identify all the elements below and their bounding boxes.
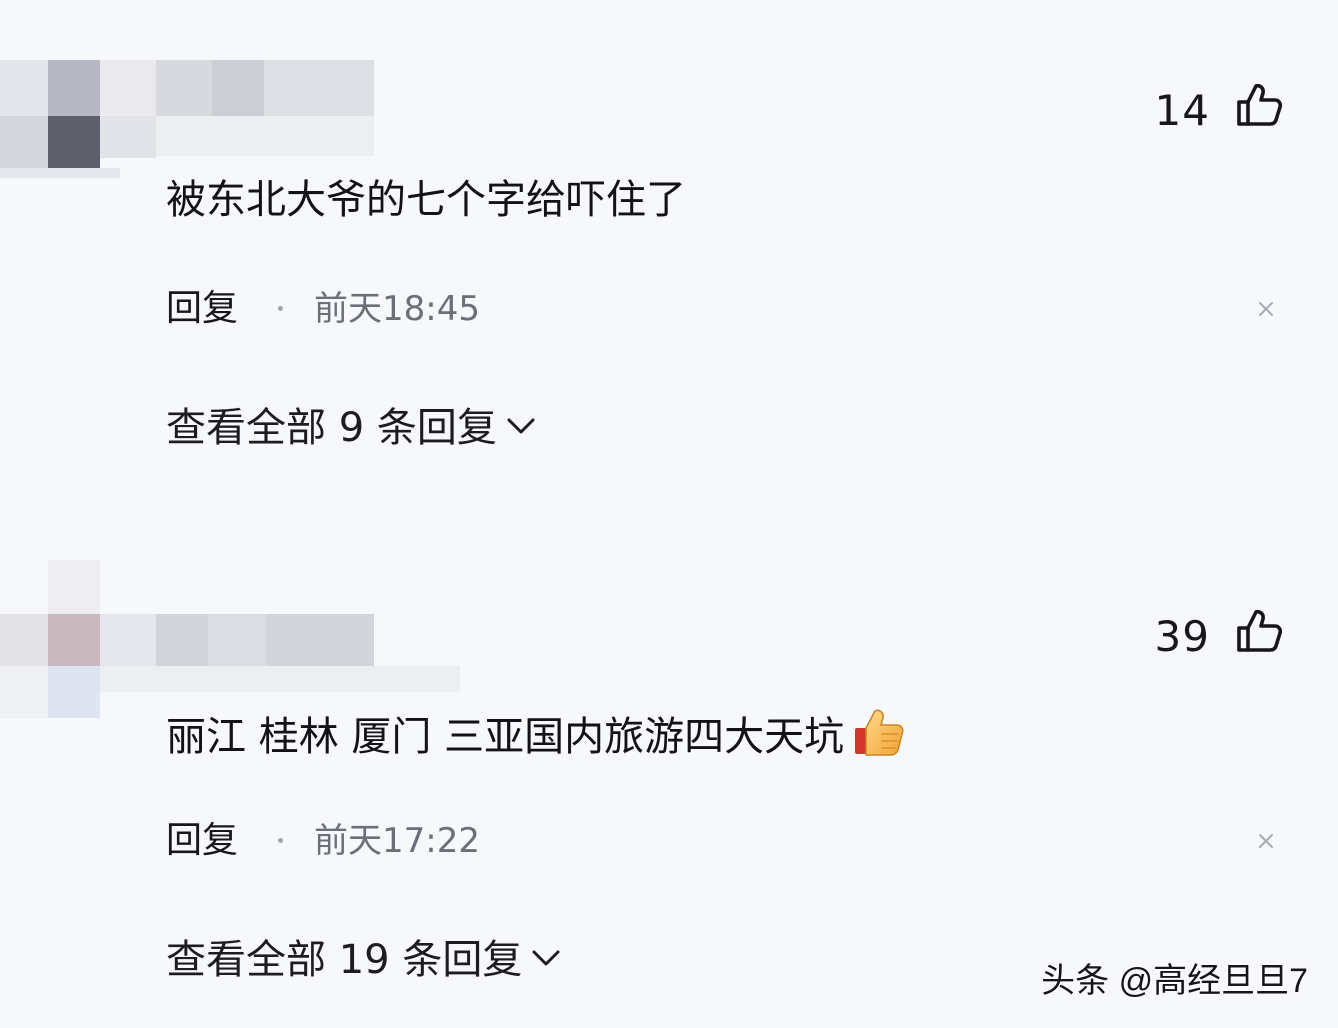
thumbs-up-emoji-icon — [852, 706, 906, 760]
separator-dot — [278, 306, 283, 311]
view-all-replies-label: 查看全部 9 条回复 — [166, 405, 497, 451]
thumbs-up-outline-icon[interactable] — [1234, 606, 1284, 656]
comment-text: 丽江 桂林 厦门 三亚国内旅游四大天坑 — [166, 706, 906, 761]
chevron-down-icon — [530, 947, 562, 969]
reply-button[interactable]: 回复 — [166, 816, 238, 866]
view-all-replies-label: 查看全部 19 条回复 — [166, 937, 523, 983]
comment-item: 14 被东北大爷的七个字给吓住了 回复 前天18:45 查看全部 9 条回复 — [0, 0, 1338, 500]
reply-button[interactable]: 回复 — [166, 284, 238, 334]
view-all-replies-link[interactable]: 查看全部 19 条回复 — [166, 936, 562, 984]
watermark: 头条 @高经旦旦7 — [1041, 962, 1308, 1000]
close-icon[interactable] — [1254, 297, 1278, 321]
comment-meta: 回复 前天17:22 — [166, 816, 1338, 866]
like-count: 39 — [1154, 612, 1210, 661]
comment-meta: 回复 前天18:45 — [166, 284, 1338, 334]
close-icon[interactable] — [1254, 829, 1278, 853]
comment-timestamp: 前天18:45 — [314, 289, 480, 329]
comment-text-content: 丽江 桂林 厦门 三亚国内旅游四大天坑 — [166, 714, 845, 760]
like-count: 14 — [1154, 86, 1210, 135]
comment-timestamp: 前天17:22 — [314, 821, 480, 861]
chevron-down-icon — [505, 415, 537, 437]
view-all-replies-link[interactable]: 查看全部 9 条回复 — [166, 404, 537, 452]
thumbs-up-outline-icon[interactable] — [1234, 80, 1284, 130]
separator-dot — [278, 838, 283, 843]
comment-text: 被东北大爷的七个字给吓住了 — [166, 177, 686, 223]
